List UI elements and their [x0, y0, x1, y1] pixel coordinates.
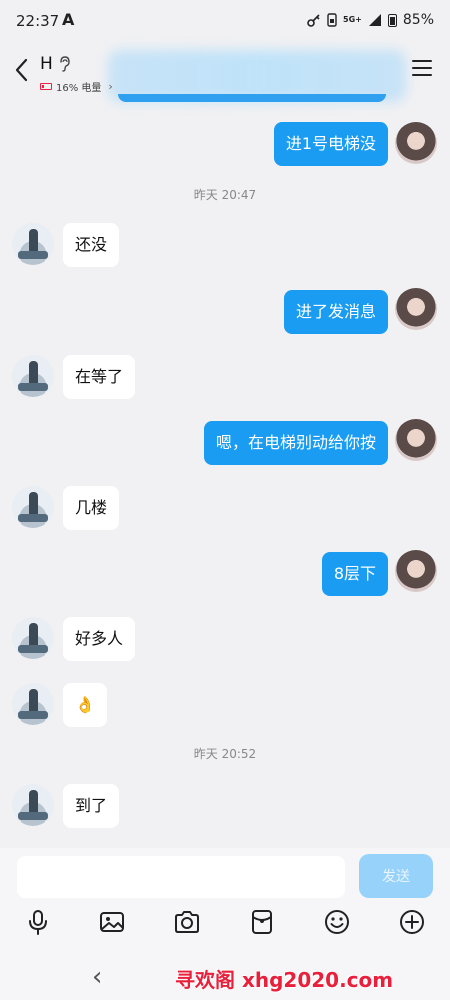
contact-avatar[interactable] — [12, 486, 54, 528]
my-avatar[interactable] — [395, 122, 437, 164]
app-notification-icon: A — [62, 10, 75, 29]
message-bubble[interactable]: 到了 — [63, 784, 120, 828]
low-battery-icon — [40, 83, 52, 90]
message-bubble[interactable]: 嗯，在电梯别动给你按 — [203, 421, 388, 465]
contact-avatar[interactable] — [12, 223, 54, 265]
image-icon[interactable] — [98, 908, 126, 936]
status-indicators: 5G+ 85% — [307, 12, 434, 28]
status-time: 22:37 — [16, 12, 60, 30]
contact-avatar[interactable] — [12, 784, 54, 826]
chat-header: H 16% 电量 › — [0, 44, 450, 102]
message-bubble[interactable]: 进了发消息 — [283, 290, 388, 334]
contact-avatar[interactable] — [12, 683, 54, 725]
battery-level: 85% — [402, 12, 434, 28]
message-bubble[interactable]: 在等了 — [63, 355, 136, 399]
system-nav-bar: ‹ 寻欢阁 xhg2020.com — [0, 956, 450, 1000]
microphone-icon[interactable] — [24, 908, 52, 936]
nav-back-icon[interactable]: ‹ — [92, 962, 102, 992]
message-bubble[interactable]: 好多人 — [63, 617, 136, 661]
plus-icon[interactable] — [398, 908, 426, 936]
back-icon[interactable] — [10, 56, 34, 84]
key-icon — [307, 14, 320, 27]
contact-avatar[interactable] — [12, 617, 54, 659]
device-battery-status[interactable]: 16% 电量 › — [40, 79, 113, 94]
message-bubble[interactable]: 还没 — [63, 223, 120, 267]
chat-screen: 22:37 A 5G+ 85% H 16% 电量 › 进1号电梯没 昨天 20:… — [0, 0, 450, 1000]
message-bubble[interactable]: 8层下 — [321, 552, 388, 596]
ear-icon — [60, 56, 70, 72]
send-button[interactable]: 发送 — [359, 854, 433, 898]
sim-icon — [327, 13, 337, 27]
network-type: 5G+ — [343, 15, 362, 24]
watermark-text: 寻欢阁 xhg2020.com — [175, 968, 394, 992]
red-packet-icon[interactable] — [248, 908, 276, 936]
contact-avatar[interactable] — [12, 355, 54, 397]
contact-name[interactable]: H — [40, 54, 53, 74]
chevron-right-icon: › — [108, 80, 113, 93]
message-bubble[interactable]: 进1号电梯没 — [273, 122, 388, 166]
menu-icon[interactable] — [412, 60, 432, 78]
my-avatar[interactable] — [395, 419, 437, 461]
input-area: 发送 ‹ 寻欢阁 xhg2020.com — [0, 848, 450, 1000]
message-input[interactable] — [17, 856, 345, 898]
timestamp-separator: 昨天 20:52 — [193, 747, 257, 761]
message-list: 进1号电梯没 昨天 20:47 还没 进了发消息 在等了 嗯，在电梯别动给你按 … — [0, 100, 450, 848]
signal-icon — [368, 14, 381, 26]
my-avatar[interactable] — [395, 288, 437, 330]
device-battery-text: 16% 电量 — [56, 83, 102, 94]
message-bubble[interactable]: 几楼 — [63, 486, 120, 530]
emoji-icon[interactable] — [323, 908, 351, 936]
battery-icon — [387, 13, 397, 27]
input-toolbar — [0, 908, 450, 940]
timestamp-separator: 昨天 20:47 — [193, 188, 257, 202]
status-bar: 22:37 A 5G+ 85% — [0, 0, 450, 44]
message-bubble-emoji[interactable]: 👌 — [63, 683, 107, 727]
my-avatar[interactable] — [395, 550, 437, 592]
camera-icon[interactable] — [173, 908, 201, 936]
